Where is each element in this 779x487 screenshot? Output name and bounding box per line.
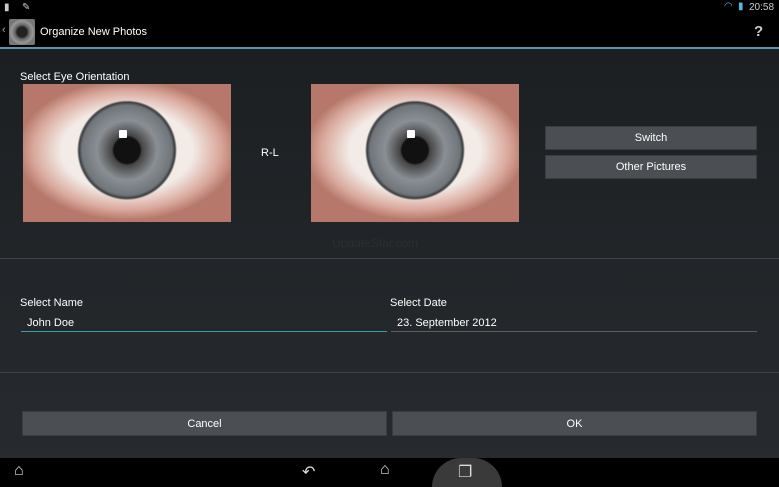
right-eye-image[interactable] [311, 84, 519, 222]
orientation-value: R-L [261, 147, 279, 159]
app-icon [9, 19, 35, 45]
date-label: Select Date [390, 297, 447, 309]
navigation-bar: ⌂ ↶ ⌂ ❐ [0, 458, 779, 487]
home-icon[interactable]: ⌂ [380, 461, 390, 479]
switch-button[interactable]: Switch [545, 126, 757, 150]
file-notification-icon: ▮ [4, 2, 10, 13]
status-bar: ▮ ✎ ◠ ▮ 20:58 [0, 0, 779, 16]
edit-notification-icon: ✎ [22, 2, 31, 13]
recent-apps-icon[interactable]: ❐ [458, 462, 472, 482]
left-eye-image[interactable] [23, 84, 231, 222]
menu-up-icon[interactable]: ⌂ [14, 462, 24, 480]
page-title: Organize New Photos [40, 26, 147, 38]
divider [0, 372, 779, 373]
help-button[interactable]: ? [754, 23, 763, 40]
action-bar: ‹ Organize New Photos ? [0, 16, 779, 48]
date-spinner[interactable]: 23. September 2012 [391, 314, 757, 332]
wifi-icon: ◠ [724, 1, 733, 12]
watermark: UpdateStar.com [332, 236, 419, 250]
ok-button[interactable]: OK [392, 411, 757, 436]
back-chevron-icon: ‹ [2, 24, 6, 36]
divider [0, 258, 779, 259]
other-pictures-button[interactable]: Other Pictures [545, 155, 757, 179]
cancel-button[interactable]: Cancel [22, 411, 387, 436]
battery-icon: ▮ [738, 1, 744, 12]
name-label: Select Name [20, 297, 83, 309]
name-input[interactable]: John Doe [21, 314, 387, 332]
orientation-label: Select Eye Orientation [20, 71, 130, 83]
up-button[interactable]: ‹ [0, 18, 38, 46]
clock: 20:58 [749, 2, 775, 13]
back-icon[interactable]: ↶ [302, 462, 315, 482]
